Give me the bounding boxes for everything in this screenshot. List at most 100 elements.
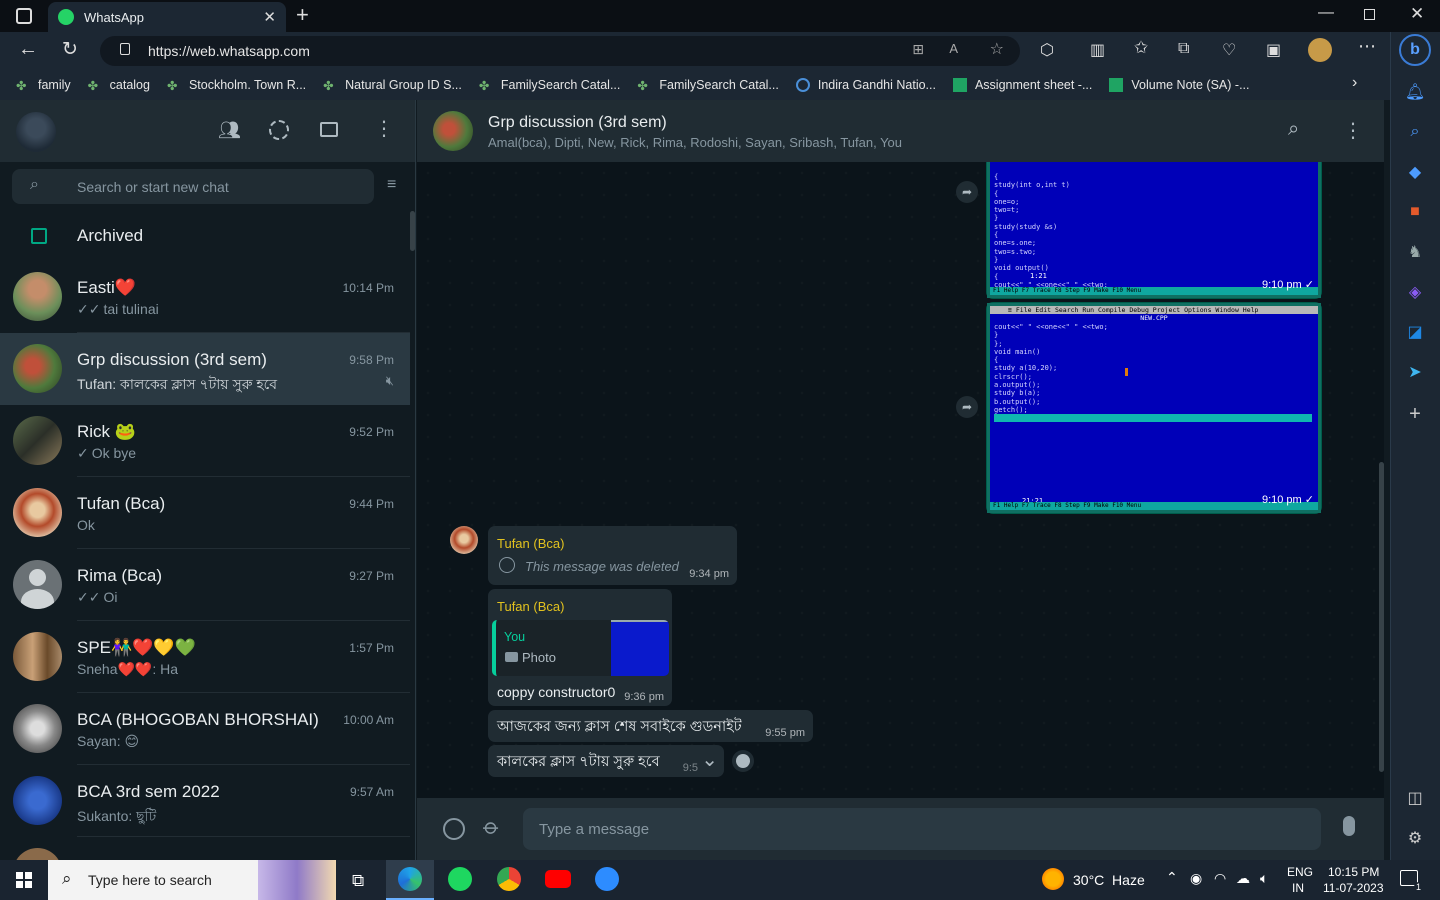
chat-item-grp-discussion[interactable]: Grp discussion (3rd sem) 9:58 Pm Tufan: … [0, 333, 410, 405]
language-region[interactable]: IN [1292, 881, 1304, 895]
sender-avatar[interactable] [450, 526, 478, 554]
spotify-taskbar-icon[interactable] [448, 867, 472, 891]
chat-item-easti[interactable]: Easti❤️ 10:14 Pm ✓✓ tai tulinai [0, 261, 410, 333]
notifications-bell-icon[interactable]: 🔔︎ [1405, 82, 1425, 102]
search-icon[interactable]: ⌕ [1405, 122, 1425, 142]
screenshot-icon[interactable]: ▣ [1266, 40, 1281, 60]
message-options-chevron-icon[interactable]: ⌄ [701, 747, 718, 772]
messages-scrollbar[interactable] [1379, 462, 1384, 772]
app-available-icon[interactable]: ⊞ [912, 41, 924, 58]
new-chat-icon[interactable] [320, 122, 338, 137]
volume-icon[interactable]: 🔈︎ [1260, 870, 1268, 887]
new-tab-button[interactable]: + [296, 2, 309, 28]
browser-tab-whatsapp[interactable]: WhatsApp ✕ [48, 2, 286, 32]
microphone-icon[interactable] [1343, 816, 1355, 836]
bookmark-family[interactable]: ✤ family [16, 78, 71, 93]
my-profile-avatar[interactable] [16, 112, 56, 152]
tools-briefcase-icon[interactable]: ■ [1405, 202, 1425, 222]
communities-icon[interactable]: 👥︎ [218, 120, 241, 141]
restore-button[interactable] [1364, 9, 1375, 20]
message-text-bubble[interactable]: আজকের জন্য ক্লাস শেষ সবাইকে গুডনাইট 9:55… [488, 710, 813, 742]
more-options-icon[interactable]: ⋯ [1358, 36, 1376, 57]
message-text-bubble[interactable]: কালকের ক্লাস ৭টায় সুরু হবে 9:5 ⌄ [488, 745, 724, 777]
close-tab-icon[interactable]: ✕ [263, 8, 276, 26]
chat-item-rick[interactable]: Rick 🐸 9:52 Pm ✓ Ok bye [0, 405, 410, 477]
language-code[interactable]: ENG [1287, 865, 1313, 879]
messages-area[interactable]: ➦ {study(int o,int t){one=o; two=t;} study… [417, 162, 1384, 798]
message-reply[interactable]: Tufan (Bca) You Photo coppy constructor0… [488, 589, 672, 706]
chat-item-bca-3rd-sem[interactable]: BCA 3rd sem 2022 9:57 Am Sukanto: ছুটি [0, 765, 410, 837]
group-avatar[interactable] [433, 111, 473, 151]
archived-row[interactable]: Archived [0, 211, 410, 261]
add-sidebar-icon[interactable]: + [1405, 403, 1425, 425]
chat-list-scrollbar[interactable] [410, 211, 415, 251]
chat-item-spe[interactable]: SPE👫❤️💛💚 1:57 Pm Sneha❤️❤️: Ha [0, 621, 410, 693]
outlook-icon[interactable]: ◪ [1405, 322, 1425, 342]
weather-text[interactable]: 30°C Haze [1073, 872, 1145, 888]
tab-actions-icon[interactable] [16, 8, 32, 24]
conversation-header[interactable]: Grp discussion (3rd sem) Amal(bca), Dipt… [417, 100, 1384, 162]
back-icon[interactable]: ← [18, 38, 38, 61]
zoom-taskbar-icon[interactable] [595, 867, 619, 891]
forward-icon[interactable]: ➦ [956, 181, 978, 203]
hide-sidebar-icon[interactable]: ◫ [1405, 788, 1425, 808]
bookmark-familysearch-1[interactable]: ✤ FamilySearch Catal... [479, 78, 620, 93]
onedrive-cloud-icon[interactable]: ☁ [1236, 870, 1250, 887]
clock-time[interactable]: 10:15 PM [1328, 865, 1379, 879]
image-message-1[interactable]: {study(int o,int t){one=o; two=t;} study(s… [986, 162, 1322, 299]
taskbar-search-input[interactable]: ⌕ Type here to search [48, 860, 336, 900]
message-input[interactable]: Type a message [523, 808, 1321, 850]
status-icon[interactable] [269, 120, 289, 140]
conversation-menu-icon[interactable]: ⋮ [1343, 118, 1363, 143]
bookmark-assignment-sheet[interactable]: Assignment sheet -... [952, 78, 1092, 92]
refresh-icon[interactable]: ↻ [62, 38, 78, 61]
search-input[interactable]: ⌕ Search or start new chat [12, 169, 374, 204]
bookmark-natural-group[interactable]: ✤ Natural Group ID S... [323, 78, 462, 93]
read-aloud-icon[interactable]: A [949, 41, 958, 56]
bookmark-familysearch-2[interactable]: ✤ FamilySearch Catal... [637, 78, 778, 93]
microsoft-365-icon[interactable]: ◈ [1405, 282, 1425, 302]
image-message-2[interactable]: ≡ File Edit Search Run Compile Debug Pro… [986, 302, 1322, 514]
bookmark-indira-gandhi[interactable]: Indira Gandhi Natio... [795, 78, 936, 92]
drop-icon[interactable]: ➤ [1405, 362, 1425, 382]
message-deleted[interactable]: Tufan (Bca) This message was deleted 9:3… [488, 526, 737, 585]
forward-icon[interactable]: ➦ [956, 396, 978, 418]
chat-item-bca-bhogoban[interactable]: BCA (BHOGOBAN BHORSHAI) 10:00 Am Sayan: … [0, 693, 410, 765]
more-bookmarks-chevron-icon[interactable]: › [1352, 74, 1357, 92]
chrome-taskbar-icon[interactable] [497, 867, 521, 891]
react-emoji-icon[interactable] [732, 750, 754, 772]
search-messages-icon[interactable]: ⌕ [1288, 118, 1299, 141]
clock-date[interactable]: 11-07-2023 [1323, 881, 1384, 895]
address-bar[interactable]: https://web.whatsapp.com ⊞ A ☆ [100, 36, 1020, 66]
emoji-icon[interactable] [443, 818, 465, 840]
extensions-icon[interactable]: ⬡ [1040, 40, 1054, 60]
settings-gear-icon[interactable]: ⚙ [1405, 828, 1425, 848]
chat-item-rima[interactable]: Rima (Bca) 9:27 Pm ✓✓ Oi [0, 549, 410, 621]
chat-item-partial[interactable] [0, 837, 410, 860]
bookmark-stockholm[interactable]: ✤ Stockholm. Town R... [167, 78, 306, 93]
minimize-button[interactable]: — [1318, 4, 1334, 22]
show-hidden-icons-icon[interactable]: ⌃ [1166, 869, 1178, 886]
quoted-message[interactable]: You Photo [492, 620, 669, 676]
edge-taskbar-icon[interactable] [386, 860, 434, 900]
meet-now-icon[interactable]: ◉ [1190, 870, 1202, 887]
menu-icon[interactable]: ⋮ [374, 116, 394, 141]
shopping-tag-icon[interactable]: ◆ [1405, 162, 1425, 182]
youtube-taskbar-icon[interactable] [545, 870, 571, 888]
games-icon[interactable]: ♞ [1405, 242, 1425, 262]
close-window-button[interactable]: ✕ [1410, 4, 1424, 24]
split-screen-icon[interactable]: ▥ [1090, 40, 1105, 60]
task-view-icon[interactable]: ⧉ [352, 871, 364, 891]
weather-icon[interactable] [1042, 868, 1064, 890]
attach-icon[interactable]: ⌀ [478, 813, 505, 841]
wifi-icon[interactable]: ◠ [1214, 870, 1226, 887]
bookmark-volume-note[interactable]: Volume Note (SA) -... [1109, 78, 1250, 92]
bing-icon[interactable]: b [1399, 34, 1431, 66]
chat-item-tufan[interactable]: Tufan (Bca) 9:44 Pm Ok [0, 477, 410, 549]
collections-icon[interactable]: ⧉ [1178, 40, 1189, 58]
notification-center-icon[interactable]: 1 [1400, 870, 1423, 892]
filter-icon[interactable]: ≡ [387, 176, 396, 194]
performance-icon[interactable]: ♡ [1222, 40, 1236, 60]
bookmark-catalog[interactable]: ✤ catalog [88, 78, 150, 93]
favorites-icon[interactable]: ✩ [1134, 38, 1148, 58]
